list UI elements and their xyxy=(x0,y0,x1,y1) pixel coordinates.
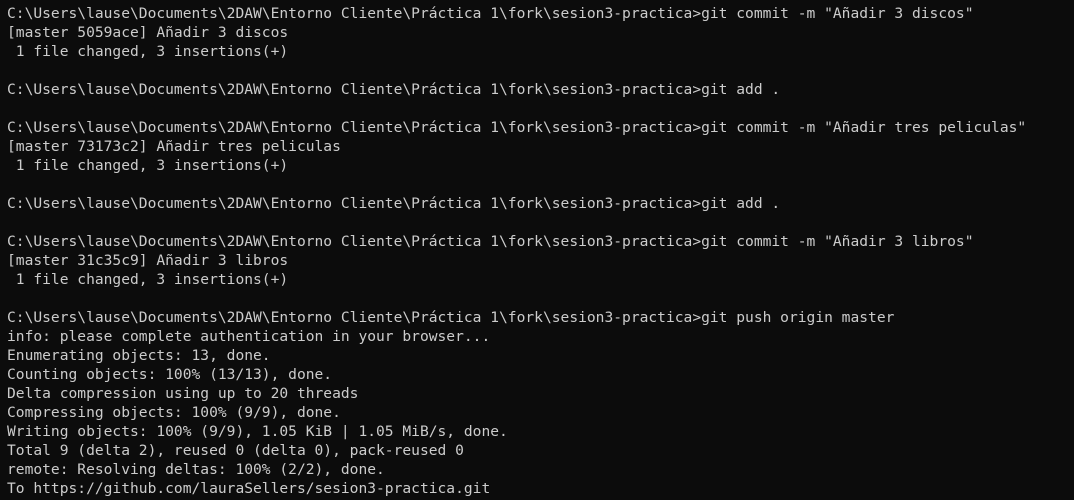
terminal-line: C:\Users\lause\Documents\2DAW\Entorno Cl… xyxy=(7,309,895,326)
terminal-line: C:\Users\lause\Documents\2DAW\Entorno Cl… xyxy=(7,119,1027,136)
terminal-line: [master 5059ace] Añadir 3 discos xyxy=(7,24,289,41)
terminal-line: Delta compression using up to 20 threads xyxy=(7,385,359,402)
terminal-line: 1 file changed, 3 insertions(+) xyxy=(7,157,289,174)
terminal-line: [master 73173c2] Añadir tres peliculas xyxy=(7,138,341,155)
terminal-line: C:\Users\lause\Documents\2DAW\Entorno Cl… xyxy=(7,233,974,250)
terminal-line: [master 31c35c9] Añadir 3 libros xyxy=(7,252,289,269)
terminal-line: info: please complete authentication in … xyxy=(7,328,491,345)
terminal-line: Counting objects: 100% (13/13), done. xyxy=(7,366,333,383)
terminal-line: Compressing objects: 100% (9/9), done. xyxy=(7,404,341,421)
terminal-line: C:\Users\lause\Documents\2DAW\Entorno Cl… xyxy=(7,5,974,22)
terminal-line: To https://github.com/lauraSellers/sesio… xyxy=(7,480,491,497)
terminal-line: 1 file changed, 3 insertions(+) xyxy=(7,43,289,60)
terminal-line: Enumerating objects: 13, done. xyxy=(7,347,271,364)
terminal-line: 1 file changed, 3 insertions(+) xyxy=(7,271,289,288)
terminal-line: remote: Resolving deltas: 100% (2/2), do… xyxy=(7,461,385,478)
terminal-line: C:\Users\lause\Documents\2DAW\Entorno Cl… xyxy=(7,195,781,212)
terminal-line: Total 9 (delta 2), reused 0 (delta 0), p… xyxy=(7,442,464,459)
terminal-output[interactable]: C:\Users\lause\Documents\2DAW\Entorno Cl… xyxy=(0,0,1074,500)
terminal-line: C:\Users\lause\Documents\2DAW\Entorno Cl… xyxy=(7,81,781,98)
terminal-line: Writing objects: 100% (9/9), 1.05 KiB | … xyxy=(7,423,508,440)
